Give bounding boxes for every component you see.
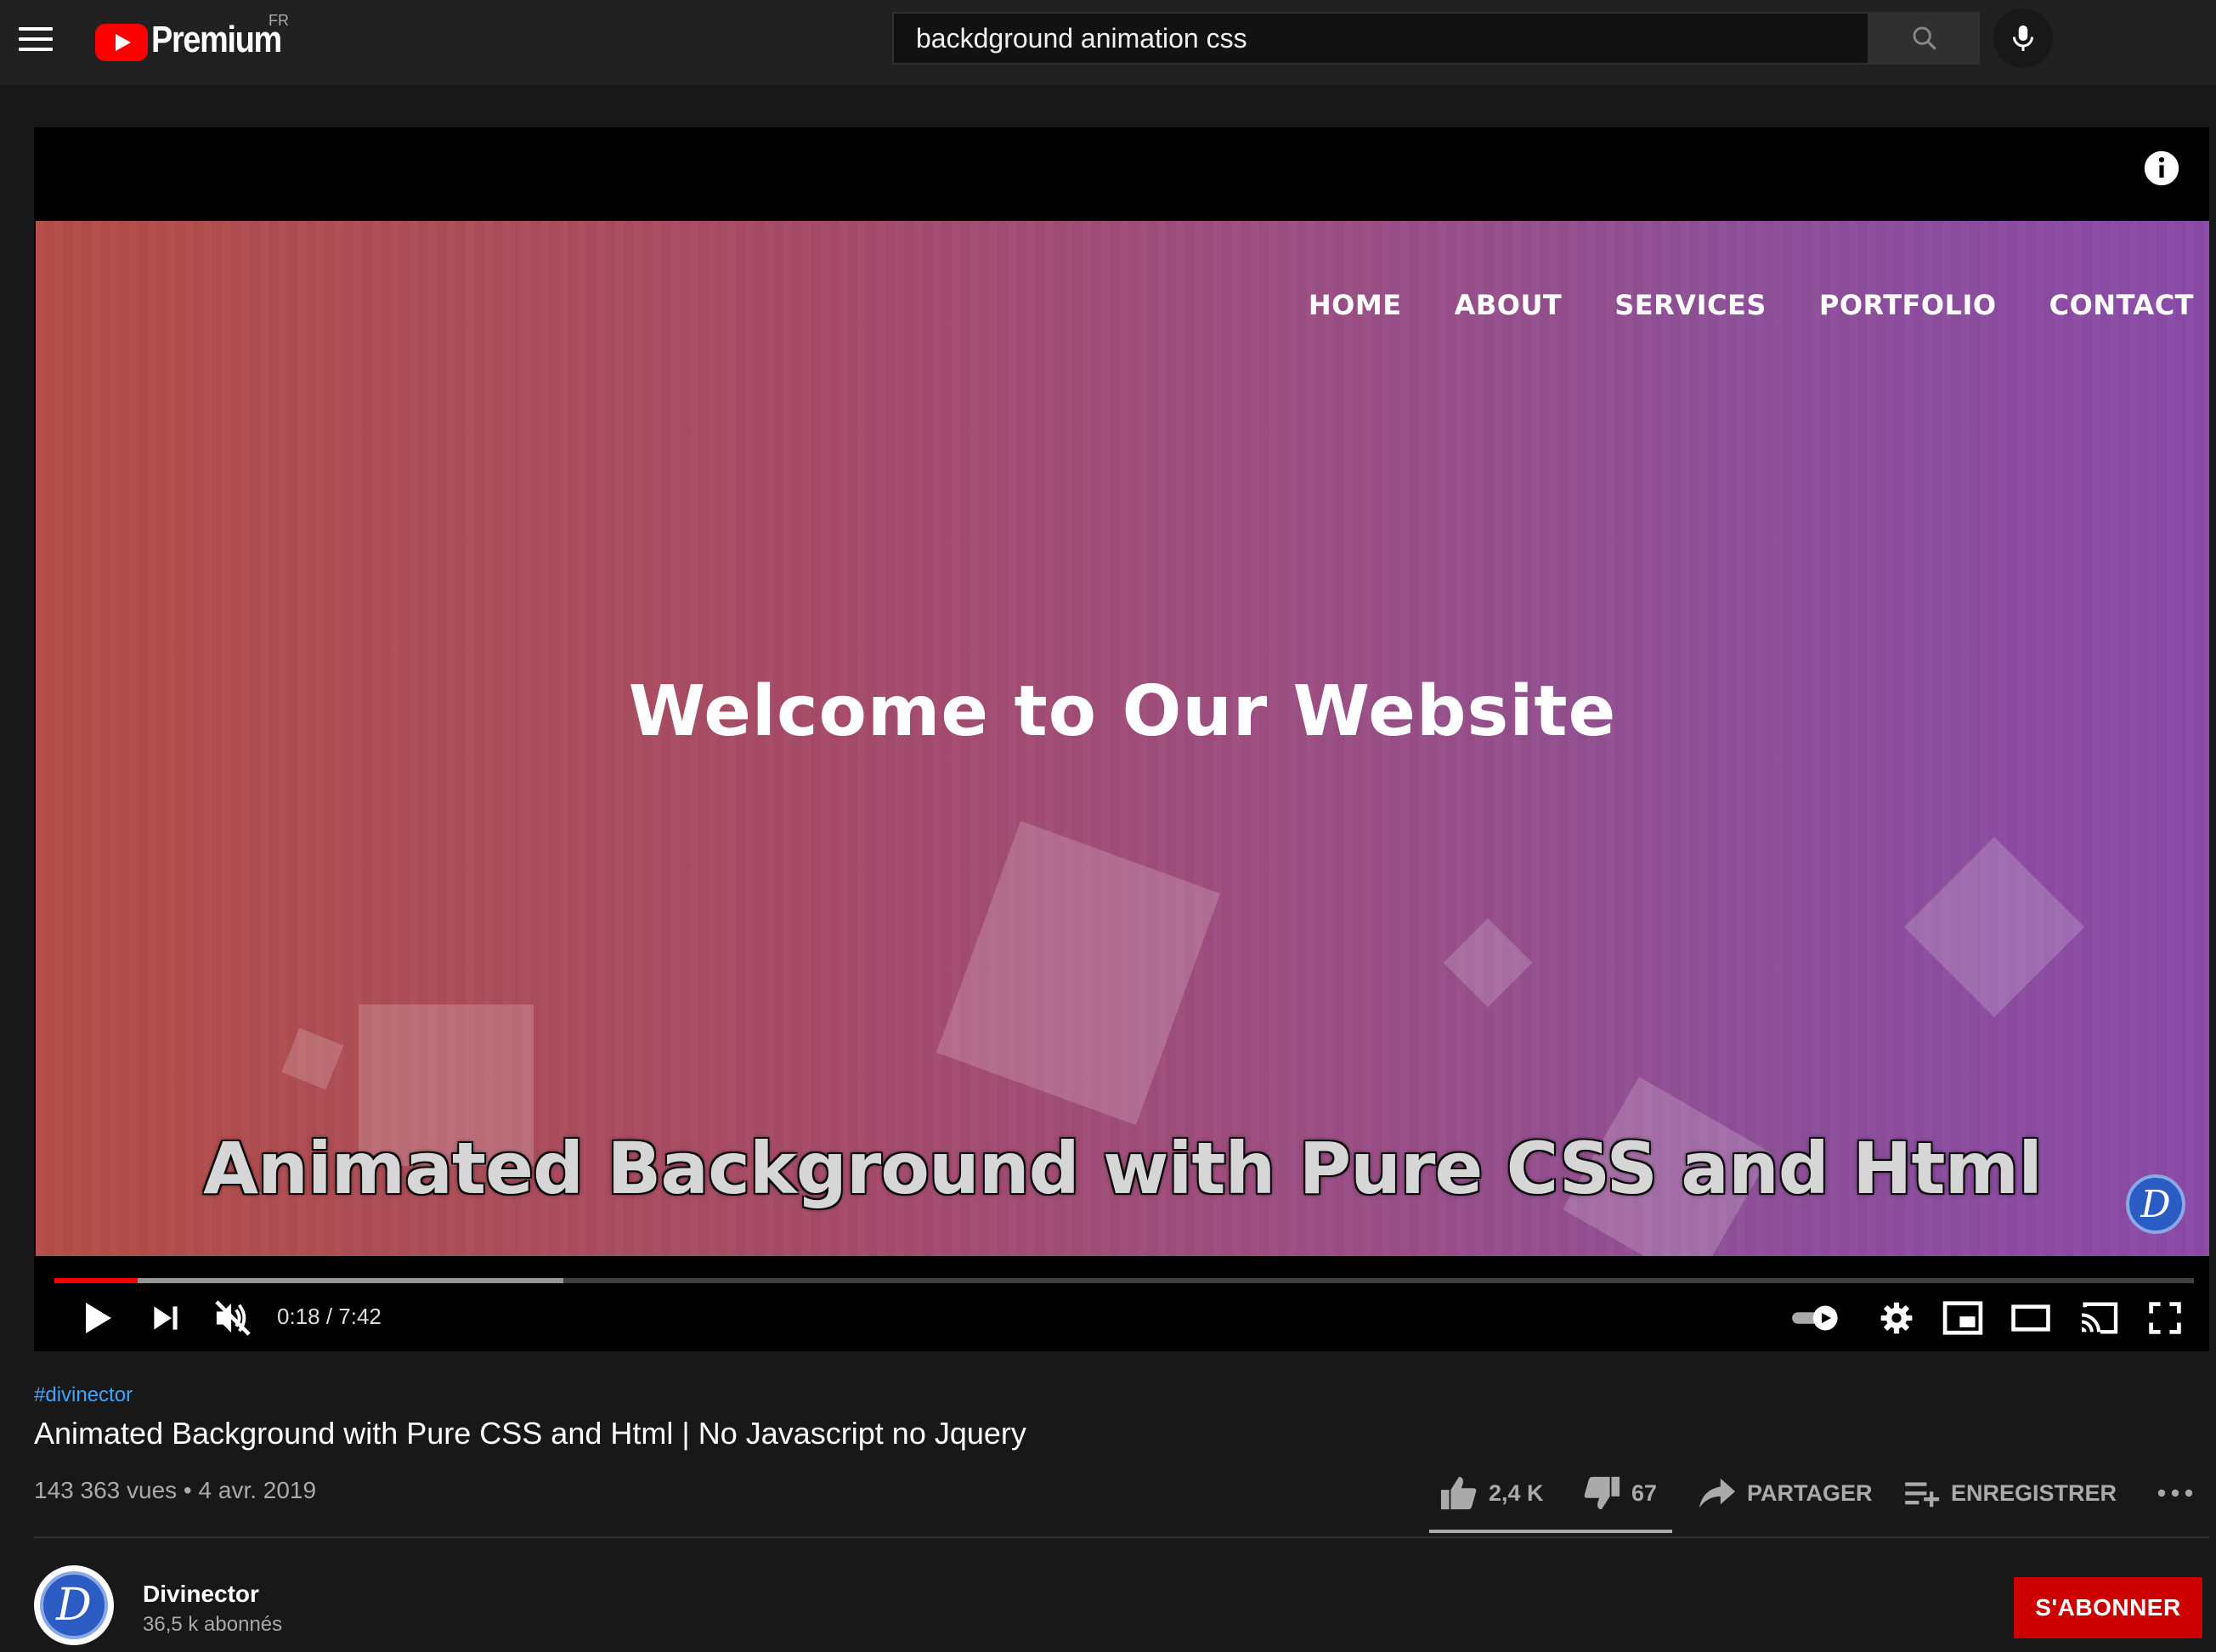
like-button[interactable]: 2,4 K: [1439, 1470, 1544, 1516]
dislike-button[interactable]: 67: [1582, 1470, 1657, 1516]
mic-icon: [2013, 25, 2033, 51]
more-actions-button[interactable]: [2157, 1470, 2204, 1516]
miniplayer-button[interactable]: [1932, 1292, 1993, 1344]
subscribe-button[interactable]: S'ABONNER: [2014, 1577, 2202, 1638]
like-ratio-bar: [1429, 1530, 1672, 1533]
settings-button[interactable]: [1866, 1292, 1927, 1344]
channel-avatar[interactable]: D: [34, 1565, 114, 1645]
share-icon: [1699, 1478, 1736, 1508]
channel-name[interactable]: Divinector: [143, 1581, 259, 1608]
watermark-letter: D: [2140, 1182, 2171, 1226]
cast-icon: [2081, 1302, 2118, 1334]
time-display: 0:18 / 7:42: [277, 1304, 382, 1329]
avatar-letter: D: [40, 1571, 108, 1639]
mute-button[interactable]: [201, 1292, 265, 1344]
share-button[interactable]: PARTAGER: [1698, 1470, 1873, 1516]
divider: [34, 1536, 2209, 1538]
fullscreen-button[interactable]: [2134, 1292, 2196, 1344]
menu-icon[interactable]: [19, 24, 53, 54]
video-player[interactable]: HOME ABOUT SERVICES PORTFOLIO CONTACT We…: [34, 127, 2209, 1351]
autoplay-toggle[interactable]: [1781, 1292, 1852, 1344]
region-label: FR: [269, 12, 289, 29]
share-label: PARTAGER: [1747, 1479, 1873, 1506]
next-button[interactable]: [136, 1292, 195, 1344]
search-input[interactable]: [894, 14, 1868, 63]
view-info: 143 363 vues • 4 avr. 2019: [34, 1477, 316, 1504]
save-button[interactable]: ENREGISTRER: [1903, 1470, 2117, 1516]
voice-search-button[interactable]: [1993, 8, 2053, 68]
more-icon: [2157, 1489, 2193, 1497]
search-box: [892, 12, 1869, 65]
floating-square: [1903, 836, 2085, 1018]
video-frame-caption: Animated Background with Pure CSS and Ht…: [203, 1127, 2043, 1210]
progress-played: [54, 1278, 138, 1283]
theater-icon: [2011, 1304, 2050, 1332]
video-nav-services: SERVICES: [1614, 289, 1767, 321]
playlist-add-icon: [1905, 1482, 1940, 1508]
dislike-count: 67: [1631, 1479, 1658, 1506]
autoplay-toggle-icon: [1792, 1305, 1838, 1331]
video-title: Animated Background with Pure CSS and Ht…: [34, 1416, 1026, 1451]
video-nav-home: HOME: [1308, 289, 1402, 321]
thumbs-down-icon: [1584, 1476, 1620, 1510]
video-frame-nav: HOME ABOUT SERVICES PORTFOLIO CONTACT: [1256, 289, 2194, 321]
video-nav-about: ABOUT: [1454, 289, 1563, 321]
thumbs-up-icon: [1440, 1476, 1477, 1510]
floating-square: [281, 1027, 344, 1090]
cast-button[interactable]: [2068, 1292, 2129, 1344]
fullscreen-icon: [2149, 1302, 2181, 1334]
separator: •: [183, 1477, 192, 1503]
like-count: 2,4 K: [1489, 1479, 1544, 1506]
logo-text: Premium: [151, 19, 282, 60]
settings-icon: [1880, 1302, 1913, 1334]
search-icon: [1913, 26, 1936, 50]
play-icon: [86, 1303, 111, 1333]
volume-muted-icon: [215, 1300, 251, 1336]
info-icon[interactable]: [2143, 150, 2180, 187]
progress-bar[interactable]: [54, 1278, 2194, 1283]
channel-watermark[interactable]: D: [2126, 1174, 2185, 1234]
search-button[interactable]: [1869, 12, 1980, 65]
save-label: ENREGISTRER: [1951, 1479, 2117, 1506]
video-nav-contact: CONTACT: [2049, 289, 2194, 321]
youtube-logo[interactable]: Premium FR: [95, 12, 299, 65]
theater-mode-button[interactable]: [2000, 1292, 2061, 1344]
view-count: 143 363 vues: [34, 1477, 178, 1503]
video-frame-heading: Welcome to Our Website: [628, 671, 1617, 752]
video-hashtag[interactable]: #divinector: [34, 1383, 133, 1407]
upload-date: 4 avr. 2019: [198, 1477, 317, 1503]
play-button[interactable]: [68, 1292, 127, 1344]
floating-square: [936, 820, 1221, 1126]
video-frame[interactable]: HOME ABOUT SERVICES PORTFOLIO CONTACT We…: [36, 221, 2209, 1256]
video-nav-portfolio: PORTFOLIO: [1818, 289, 1997, 321]
next-icon: [154, 1306, 178, 1330]
miniplayer-icon: [1942, 1301, 1983, 1335]
floating-square: [1443, 918, 1533, 1008]
youtube-logo-icon: [95, 24, 148, 61]
masthead: Premium FR: [0, 0, 2216, 85]
subscriber-count: 36,5 k abonnés: [143, 1613, 283, 1636]
